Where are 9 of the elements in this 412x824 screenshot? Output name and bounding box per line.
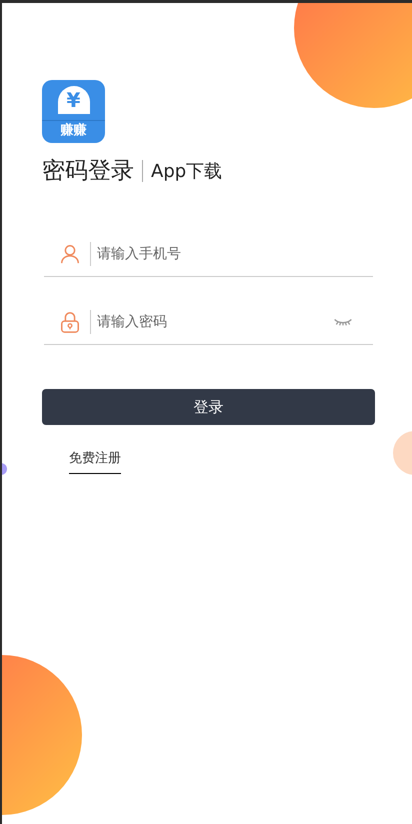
logo-name: 赚赚 (42, 120, 105, 137)
login-button[interactable]: 登录 (42, 389, 375, 425)
lock-icon (59, 310, 81, 332)
app-download-link[interactable]: App下载 (151, 158, 222, 182)
user-icon (59, 242, 81, 264)
register-link[interactable]: 免费注册 (69, 449, 121, 474)
page-title: 密码登录 (42, 157, 134, 186)
logo-symbol: ¥ (66, 90, 80, 110)
closed-eye-icon[interactable] (333, 316, 353, 326)
